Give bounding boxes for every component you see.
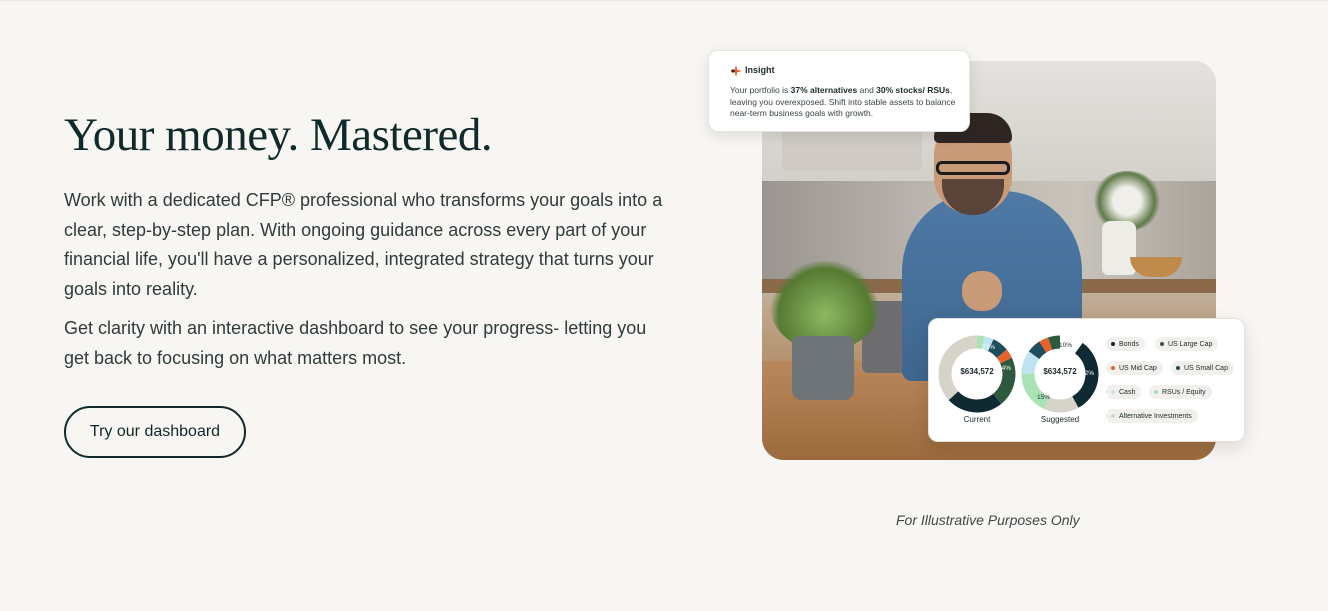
suggested-label: Suggested [1040, 415, 1080, 424]
top-divider [0, 0, 1328, 1]
current-pct-label: 21% [982, 344, 996, 351]
suggested-pct-label: 10% [1059, 342, 1073, 349]
sparkle-icon [730, 65, 742, 77]
dashboard-preview-card: $634,572 21% 24% 37% Current $634,572 10… [928, 318, 1245, 442]
hero-paragraph-1: Work with a dedicated CFP® professional … [64, 190, 663, 299]
legend-chip-cash: Cash [1106, 385, 1142, 399]
suggested-pct-label: 32% [1081, 370, 1095, 377]
insight-body: Your portfolio is 37% alternatives and 3… [730, 85, 956, 118]
hero-paragraph-2: Get clarity with an interactive dashboar… [64, 318, 647, 368]
insight-card: Insight Your portfolio is 37% alternativ… [708, 50, 970, 132]
suggested-pct-label: 15% [1037, 394, 1051, 401]
legend-chip-alternative-investments: Alternative Investments [1106, 409, 1198, 423]
legend-chip-us-small-cap: US Small Cap [1171, 361, 1234, 375]
current-pct-label: 24% [998, 365, 1012, 372]
current-label: Current [963, 415, 991, 424]
hero-text: Your money. Mastered. Work with a dedica… [64, 108, 664, 383]
legend-chip-us-large-cap: US Large Cap [1155, 337, 1219, 351]
legend-chip-bonds: Bonds [1106, 337, 1145, 351]
insight-title: Insight [745, 65, 775, 75]
legend-chip-rsus-equity: RSUs / Equity [1149, 385, 1212, 399]
current-pct-label: 37% [969, 399, 983, 406]
hero-headline: Your money. Mastered. [64, 109, 493, 161]
try-dashboard-button[interactable]: Try our dashboard [64, 406, 246, 458]
illustrative-caption: For Illustrative Purposes Only [896, 512, 1080, 528]
legend-chip-us-mid-cap: US Mid Cap [1106, 361, 1163, 375]
